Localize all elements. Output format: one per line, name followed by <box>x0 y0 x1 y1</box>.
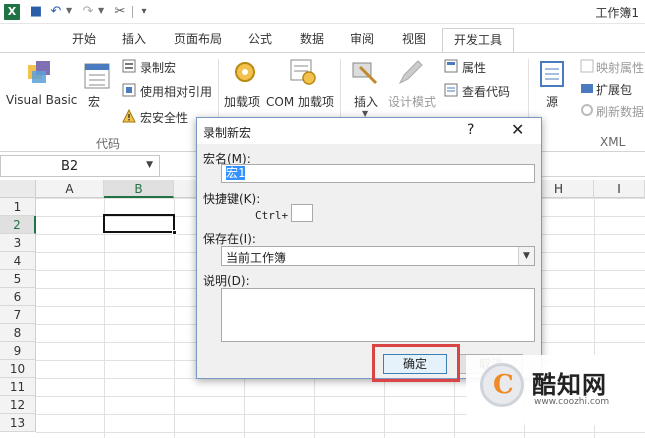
watermark-logo-icon: C <box>480 363 524 407</box>
tab-developer[interactable]: 开发工具 <box>442 28 514 54</box>
tools-icon[interactable]: ✂ <box>112 4 128 20</box>
row-header[interactable]: 7 <box>0 306 36 324</box>
map-properties-icon <box>580 59 594 73</box>
com-addins-button[interactable]: COM 加载项 <box>266 93 334 110</box>
tab-home[interactable]: 开始 <box>64 28 104 52</box>
macro-name-value: 宏1 <box>226 166 246 180</box>
row-header[interactable]: 8 <box>0 324 36 342</box>
watermark-name: 酷知网 <box>532 371 607 399</box>
com-addins-icon <box>290 59 316 85</box>
view-code-icon <box>444 83 458 97</box>
watermark: C 酷知网 www.coozhi.com <box>466 355 645 425</box>
dialog-titlebar[interactable]: 录制新宏 ? ✕ <box>197 118 541 144</box>
selected-cell-b2[interactable] <box>103 214 175 233</box>
macro-name-input[interactable]: 宏1 <box>221 164 535 183</box>
tab-page-layout[interactable]: 页面布局 <box>166 28 230 52</box>
annotation-highlight-box <box>372 344 460 382</box>
description-label: 说明(D): <box>203 274 250 288</box>
record-macro-icon <box>122 59 136 73</box>
properties-icon <box>444 59 458 73</box>
close-icon[interactable]: ✕ <box>511 120 524 139</box>
macros-icon <box>84 63 110 89</box>
xml-source-icon <box>540 61 564 87</box>
insert-controls-icon <box>352 62 378 85</box>
store-in-label: 保存在(I): <box>203 232 256 246</box>
column-header[interactable]: I <box>594 180 645 198</box>
view-code-button[interactable]: 查看代码 <box>462 83 510 100</box>
design-mode-icon <box>398 60 423 85</box>
row-header[interactable]: 5 <box>0 270 36 288</box>
store-in-select[interactable]: 当前工作簿 ▼ <box>221 246 535 266</box>
column-header[interactable]: A <box>36 180 104 198</box>
title-bar: X ■ ↶ ▼ ↷ ▼ ✂ ▾ 工作簿1 <box>0 0 645 24</box>
row-header[interactable]: 13 <box>0 414 36 432</box>
name-box-value: B2 <box>61 159 79 174</box>
record-macro-dialog: 录制新宏 ? ✕ 宏名(M): 宏1 快捷键(K): Ctrl+ 保存在(I):… <box>196 117 542 379</box>
row-header[interactable]: 11 <box>0 378 36 396</box>
store-in-value: 当前工作簿 <box>226 251 287 265</box>
row-header[interactable]: 12 <box>0 396 36 414</box>
design-mode-button[interactable]: 设计模式 <box>388 93 436 110</box>
save-icon[interactable]: ■ <box>28 4 44 20</box>
expansion-packs-button[interactable]: 扩展包 <box>596 81 632 98</box>
row-header[interactable]: 3 <box>0 234 36 252</box>
tab-formulas[interactable]: 公式 <box>240 28 280 52</box>
tab-review[interactable]: 审阅 <box>342 28 382 52</box>
chevron-down-icon[interactable]: ▼ <box>518 247 534 265</box>
properties-button[interactable]: 属性 <box>462 59 486 76</box>
relative-refs-icon <box>122 83 136 97</box>
relative-refs-button[interactable]: 使用相对引用 <box>140 83 212 100</box>
name-box[interactable]: B2 ▼ <box>0 155 160 177</box>
record-macro-button[interactable]: 录制宏 <box>140 59 176 76</box>
xml-source-button[interactable]: 源 <box>546 93 558 110</box>
row-header[interactable]: 6 <box>0 288 36 306</box>
expansion-packs-icon <box>581 84 593 93</box>
tab-data[interactable]: 数据 <box>292 28 332 52</box>
ribbon-tabs: 开始 插入 页面布局 公式 数据 审阅 视图 开发工具 <box>0 24 645 54</box>
macro-security-button[interactable]: 宏安全性 <box>140 109 188 126</box>
refresh-data-icon <box>581 104 593 116</box>
redo-dropdown-icon[interactable]: ▼ <box>98 6 104 15</box>
visual-basic-button[interactable]: Visual Basic <box>6 93 77 107</box>
qat-separator <box>132 6 133 18</box>
window-title: 工作簿1 <box>595 6 639 20</box>
dialog-title: 录制新宏 <box>203 126 252 140</box>
insert-controls-button[interactable]: 插入 <box>354 93 378 110</box>
map-properties-button[interactable]: 映射属性 <box>596 59 644 76</box>
macros-button[interactable]: 宏 <box>88 93 100 110</box>
chevron-down-icon[interactable]: ▼ <box>146 160 153 170</box>
visual-basic-icon <box>28 61 50 83</box>
row-header[interactable]: 2 <box>0 216 36 234</box>
watermark-url: www.coozhi.com <box>534 397 610 407</box>
shortcut-key-input[interactable] <box>291 204 313 222</box>
help-icon[interactable]: ? <box>467 122 474 138</box>
row-header[interactable]: 10 <box>0 360 36 378</box>
description-textarea[interactable] <box>221 288 535 342</box>
excel-logo-icon[interactable]: X <box>4 4 20 20</box>
undo-icon[interactable]: ↶ <box>48 4 64 20</box>
addins-gear-icon <box>235 62 255 82</box>
warning-icon <box>122 109 136 123</box>
column-header[interactable]: B <box>104 180 174 198</box>
tab-view[interactable]: 视图 <box>394 28 434 52</box>
select-all-corner[interactable] <box>0 180 36 198</box>
addins-button[interactable]: 加载项 <box>224 93 260 110</box>
row-header[interactable]: 1 <box>0 198 36 216</box>
shortcut-label: 快捷键(K): <box>203 192 261 206</box>
row-header[interactable]: 4 <box>0 252 36 270</box>
xml-group-label: XML <box>600 135 626 149</box>
fill-handle[interactable] <box>172 230 177 235</box>
undo-dropdown-icon[interactable]: ▼ <box>66 6 72 15</box>
refresh-data-button[interactable]: 刷新数据 <box>596 103 644 120</box>
row-header[interactable]: 9 <box>0 342 36 360</box>
shortcut-prefix: Ctrl+ <box>255 209 289 222</box>
redo-icon[interactable]: ↷ <box>80 4 96 20</box>
customize-qat-icon[interactable]: ▾ <box>136 4 152 20</box>
tab-insert[interactable]: 插入 <box>114 28 154 52</box>
code-group-label: 代码 <box>96 137 121 151</box>
